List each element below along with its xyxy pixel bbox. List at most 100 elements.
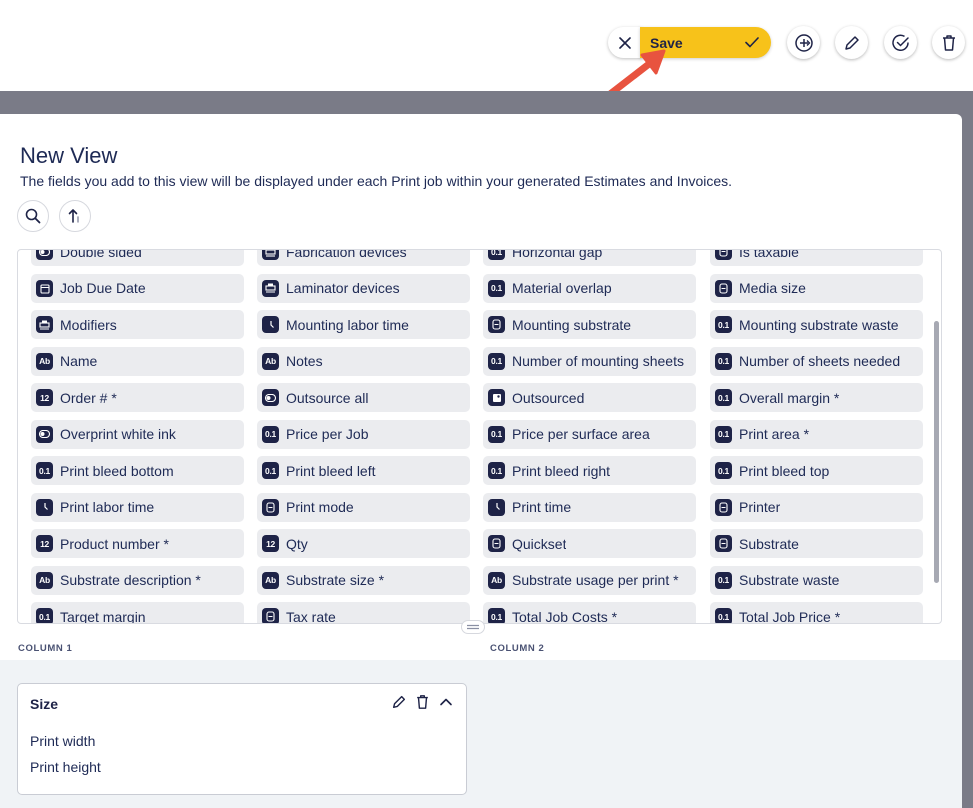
column-2-label: COLUMN 2 xyxy=(490,643,545,654)
size-card[interactable]: Size Print width Print height xyxy=(17,683,467,795)
field-chip[interactable]: Media size xyxy=(710,273,923,303)
field-chip[interactable]: Outsourced xyxy=(483,383,696,412)
set-default-button[interactable] xyxy=(884,26,917,59)
field-chip[interactable]: 0.1 Mounting substrate waste xyxy=(710,310,923,339)
field-chip[interactable]: 0.1 Overall margin * xyxy=(710,383,923,412)
add-circle-icon xyxy=(794,33,813,52)
calendar-icon xyxy=(36,279,53,297)
field-chip-label: Substrate waste xyxy=(739,572,840,588)
field-chip-label: Horizontal gap xyxy=(512,249,603,260)
chevron-up-icon[interactable] xyxy=(438,694,454,710)
decimal-icon: 0.1 xyxy=(262,425,279,443)
field-chip[interactable]: Is taxable xyxy=(710,250,923,266)
decimal-icon: 0.1 xyxy=(36,608,53,623)
field-chip-label: Print mode xyxy=(286,499,354,515)
field-chip[interactable]: 0.1 Horizontal gap xyxy=(483,249,696,266)
decimal-icon: 0.1 xyxy=(715,571,732,589)
decimal-icon: 0.1 xyxy=(488,279,505,297)
field-chip[interactable]: 0.1 Print bleed right xyxy=(483,456,696,485)
field-chip[interactable]: Print time xyxy=(483,492,696,522)
field-chip[interactable]: Quickset xyxy=(483,529,696,558)
field-chip[interactable]: Tax rate xyxy=(257,602,470,623)
field-chip[interactable]: 0.1 Material overlap xyxy=(483,273,696,303)
field-chip[interactable]: 0.1 Total Job Costs * xyxy=(483,602,696,624)
field-chip-label: Overall margin * xyxy=(739,389,840,406)
field-chip-label: Media size xyxy=(739,280,806,296)
field-chip-label: Notes xyxy=(286,353,323,369)
field-chip-label: Total Job Price * xyxy=(739,608,841,624)
toggle-icon xyxy=(36,425,53,443)
field-chip[interactable]: Print mode xyxy=(257,492,470,522)
available-fields-list: Double sided Fabrication devices 0.1 Horizo… xyxy=(17,249,942,624)
check-icon xyxy=(745,37,759,48)
field-chip-label: Total Job Costs * xyxy=(512,608,618,624)
field-chip-label: Number of sheets needed xyxy=(739,353,901,369)
decimal-icon: 0.1 xyxy=(715,425,732,443)
field-chip[interactable]: Ab Name xyxy=(31,346,244,376)
field-chip[interactable]: Ab Substrate usage per print * xyxy=(483,565,696,595)
clock-icon xyxy=(262,316,279,333)
field-chip[interactable]: Fabrication devices xyxy=(257,250,470,266)
select-icon xyxy=(488,316,505,333)
field-chip-label: Print bleed bottom xyxy=(60,462,174,479)
field-chip[interactable]: 0.1 Print bleed top xyxy=(710,456,923,485)
field-chip[interactable]: 0.1 Print area * xyxy=(710,419,923,449)
field-chip[interactable]: 0.1 Target margin xyxy=(31,602,244,623)
field-chip[interactable]: Outsource all xyxy=(257,383,470,412)
pencil-icon xyxy=(844,35,859,50)
field-chip-label: Number of mounting sheets xyxy=(512,353,684,369)
sort-icon xyxy=(68,209,79,223)
pencil-icon[interactable] xyxy=(391,694,407,710)
add-column-button[interactable] xyxy=(787,26,820,59)
field-chip[interactable]: 0.1 Substrate waste xyxy=(710,565,923,595)
scrollbar-thumb[interactable] xyxy=(934,321,939,583)
decimal-icon: 0.1 xyxy=(488,352,505,370)
field-chip-label: Price per Job xyxy=(286,426,369,442)
field-chip-label: Overprint white ink xyxy=(60,426,176,442)
field-chip[interactable]: Ab Notes xyxy=(257,346,470,376)
field-chip-label: Printer xyxy=(739,499,781,515)
field-chip-label: Quickset xyxy=(512,535,567,552)
number-icon: 12 xyxy=(262,535,279,552)
field-chip[interactable]: Job Due Date xyxy=(31,273,244,303)
field-chip-label: Print bleed right xyxy=(512,462,611,479)
text-icon: Ab xyxy=(262,571,279,589)
toggle-icon xyxy=(36,250,53,260)
page-title: New View xyxy=(20,143,118,168)
field-chip[interactable]: Ab Substrate size * xyxy=(257,565,470,595)
field-chip[interactable]: Ab Substrate description * xyxy=(31,565,244,595)
edit-button[interactable] xyxy=(835,26,868,59)
field-chip[interactable]: Print labor time xyxy=(31,492,244,522)
delete-button[interactable] xyxy=(932,26,965,59)
field-chip[interactable]: 0.1 Price per Job xyxy=(257,419,470,449)
clock-icon xyxy=(488,498,505,516)
field-chip-label: Job Due Date xyxy=(60,280,146,296)
field-chip[interactable]: 0.1 Total Job Price * xyxy=(710,602,923,624)
field-chip[interactable]: Printer xyxy=(710,492,923,522)
field-chip[interactable]: Mounting substrate xyxy=(483,310,696,339)
text-icon: Ab xyxy=(488,571,505,589)
device-icon xyxy=(262,250,279,260)
field-chip[interactable]: 0.1 Print bleed bottom xyxy=(31,456,244,485)
field-chip[interactable]: Double sided xyxy=(31,250,244,266)
field-chip[interactable]: 0.1 Number of sheets needed xyxy=(710,346,923,376)
field-chip-label: Print bleed top xyxy=(739,462,830,479)
field-chip[interactable]: Substrate xyxy=(710,529,923,558)
field-chip[interactable]: 0.1 Price per surface area xyxy=(483,419,696,449)
select-icon xyxy=(715,279,732,297)
resize-handle[interactable] xyxy=(461,620,485,634)
field-chip-label: Modifiers xyxy=(60,316,117,333)
field-chip[interactable]: 0.1 Number of mounting sheets xyxy=(483,346,696,376)
sort-button[interactable] xyxy=(59,200,91,232)
field-chip[interactable]: 12 Product number * xyxy=(31,529,244,558)
field-chip[interactable]: 0.1 Print bleed left xyxy=(257,456,470,485)
field-chip[interactable]: Modifiers xyxy=(31,310,244,339)
field-chip[interactable]: Overprint white ink xyxy=(31,419,244,449)
field-chip[interactable]: Mounting labor time xyxy=(257,310,470,339)
field-chip[interactable]: Laminator devices xyxy=(257,273,470,303)
field-chip[interactable]: 12 Order # * xyxy=(31,383,244,412)
search-button[interactable] xyxy=(17,200,49,232)
trash-icon[interactable] xyxy=(415,694,430,710)
number-icon: 12 xyxy=(36,535,53,552)
field-chip[interactable]: 12 Qty xyxy=(257,529,470,558)
